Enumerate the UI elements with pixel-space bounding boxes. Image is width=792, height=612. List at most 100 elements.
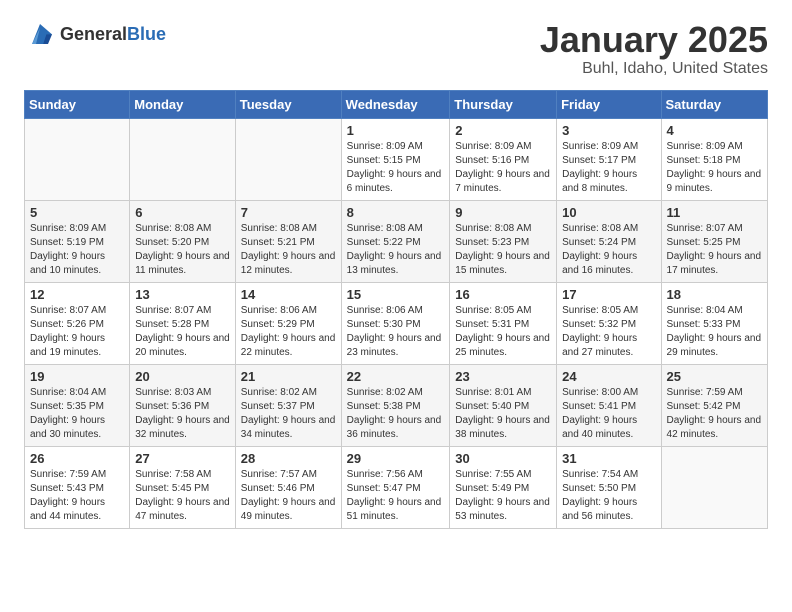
day-info: Sunrise: 7:54 AM Sunset: 5:50 PM Dayligh… bbox=[562, 468, 655, 524]
day-info: Sunrise: 8:06 AM Sunset: 5:29 PM Dayligh… bbox=[241, 304, 336, 360]
calendar-week-row: 12Sunrise: 8:07 AM Sunset: 5:26 PM Dayli… bbox=[25, 282, 768, 364]
location-title: Buhl, Idaho, United States bbox=[540, 60, 768, 78]
calendar-week-row: 1 Sunrise: 8:09 AM Sunset: 5:15 PM Daylig… bbox=[25, 118, 768, 200]
calendar-day-cell: 27 Sunrise: 7:58 AM Sunset: 5:45 PM Dayli… bbox=[130, 446, 236, 528]
calendar-table: SundayMondayTuesdayWednesdayThursdayFrid… bbox=[24, 90, 768, 529]
day-info: Sunrise: 7:59 AM Sunset: 5:43 PM Dayligh… bbox=[30, 468, 124, 524]
calendar-day-cell: 16 Sunrise: 8:05 AM Sunset: 5:31 PM Dayli… bbox=[450, 282, 557, 364]
day-info: Sunrise: 8:02 AM Sunset: 5:38 PM Dayligh… bbox=[347, 386, 445, 442]
day-number: 20 bbox=[135, 369, 230, 384]
calendar-week-row: 5Sunrise: 8:09 AM Sunset: 5:19 PM Daylig… bbox=[25, 200, 768, 282]
day-info: Sunrise: 8:09 AM Sunset: 5:18 PM Dayligh… bbox=[667, 140, 762, 196]
day-number: 2 bbox=[455, 123, 551, 138]
day-info: Sunrise: 7:58 AM Sunset: 5:45 PM Dayligh… bbox=[135, 468, 230, 524]
day-number: 24 bbox=[562, 369, 655, 384]
calendar-day-cell bbox=[661, 446, 767, 528]
day-number: 10 bbox=[562, 205, 655, 220]
calendar-day-cell: 28 Sunrise: 7:57 AM Sunset: 5:46 PM Dayli… bbox=[235, 446, 341, 528]
day-info: Sunrise: 8:05 AM Sunset: 5:32 PM Dayligh… bbox=[562, 304, 655, 360]
calendar-day-cell: 25 Sunrise: 7:59 AM Sunset: 5:42 PM Dayli… bbox=[661, 364, 767, 446]
day-number: 14 bbox=[241, 287, 336, 302]
weekday-header: Sunday bbox=[25, 90, 130, 118]
day-number: 7 bbox=[241, 205, 336, 220]
weekday-header: Saturday bbox=[661, 90, 767, 118]
logo-text: GeneralBlue bbox=[60, 24, 166, 45]
title-area: January 2025 Buhl, Idaho, United States bbox=[540, 20, 768, 78]
day-info: Sunrise: 8:08 AM Sunset: 5:21 PM Dayligh… bbox=[241, 222, 336, 278]
day-number: 19 bbox=[30, 369, 124, 384]
logo: GeneralBlue bbox=[24, 20, 166, 48]
calendar-week-row: 26Sunrise: 7:59 AM Sunset: 5:43 PM Dayli… bbox=[25, 446, 768, 528]
day-number: 1 bbox=[347, 123, 445, 138]
day-info: Sunrise: 8:08 AM Sunset: 5:20 PM Dayligh… bbox=[135, 222, 230, 278]
logo-general: General bbox=[60, 24, 127, 44]
calendar-day-cell: 21Sunrise: 8:02 AM Sunset: 5:37 PM Dayli… bbox=[235, 364, 341, 446]
calendar-day-cell: 14 Sunrise: 8:06 AM Sunset: 5:29 PM Dayli… bbox=[235, 282, 341, 364]
day-info: Sunrise: 8:03 AM Sunset: 5:36 PM Dayligh… bbox=[135, 386, 230, 442]
logo-icon bbox=[24, 20, 56, 48]
day-info: Sunrise: 8:07 AM Sunset: 5:26 PM Dayligh… bbox=[30, 304, 124, 360]
weekday-header: Monday bbox=[130, 90, 236, 118]
day-info: Sunrise: 8:09 AM Sunset: 5:16 PM Dayligh… bbox=[455, 140, 551, 196]
calendar-day-cell: 20 Sunrise: 8:03 AM Sunset: 5:36 PM Dayli… bbox=[130, 364, 236, 446]
month-title: January 2025 bbox=[540, 20, 768, 60]
calendar-day-cell: 11Sunrise: 8:07 AM Sunset: 5:25 PM Dayli… bbox=[661, 200, 767, 282]
day-number: 5 bbox=[30, 205, 124, 220]
day-number: 28 bbox=[241, 451, 336, 466]
weekday-header: Wednesday bbox=[341, 90, 450, 118]
day-number: 6 bbox=[135, 205, 230, 220]
day-info: Sunrise: 8:05 AM Sunset: 5:31 PM Dayligh… bbox=[455, 304, 551, 360]
logo-blue: Blue bbox=[127, 24, 166, 44]
day-number: 8 bbox=[347, 205, 445, 220]
calendar-day-cell bbox=[235, 118, 341, 200]
day-number: 27 bbox=[135, 451, 230, 466]
day-number: 17 bbox=[562, 287, 655, 302]
day-info: Sunrise: 7:57 AM Sunset: 5:46 PM Dayligh… bbox=[241, 468, 336, 524]
calendar-week-row: 19 Sunrise: 8:04 AM Sunset: 5:35 PM Dayli… bbox=[25, 364, 768, 446]
weekday-header: Tuesday bbox=[235, 90, 341, 118]
day-info: Sunrise: 8:08 AM Sunset: 5:22 PM Dayligh… bbox=[347, 222, 445, 278]
calendar-day-cell: 31 Sunrise: 7:54 AM Sunset: 5:50 PM Dayli… bbox=[557, 446, 661, 528]
day-number: 29 bbox=[347, 451, 445, 466]
calendar-day-cell: 8 Sunrise: 8:08 AM Sunset: 5:22 PM Daylig… bbox=[341, 200, 450, 282]
weekday-header: Thursday bbox=[450, 90, 557, 118]
calendar-day-cell: 3Sunrise: 8:09 AM Sunset: 5:17 PM Daylig… bbox=[557, 118, 661, 200]
calendar-day-cell: 7 Sunrise: 8:08 AM Sunset: 5:21 PM Daylig… bbox=[235, 200, 341, 282]
day-info: Sunrise: 8:04 AM Sunset: 5:33 PM Dayligh… bbox=[667, 304, 762, 360]
day-number: 23 bbox=[455, 369, 551, 384]
calendar-day-cell: 17 Sunrise: 8:05 AM Sunset: 5:32 PM Dayli… bbox=[557, 282, 661, 364]
day-number: 4 bbox=[667, 123, 762, 138]
calendar-day-cell: 15 Sunrise: 8:06 AM Sunset: 5:30 PM Dayli… bbox=[341, 282, 450, 364]
day-number: 15 bbox=[347, 287, 445, 302]
header: GeneralBlue January 2025 Buhl, Idaho, Un… bbox=[24, 20, 768, 78]
calendar-day-cell: 5Sunrise: 8:09 AM Sunset: 5:19 PM Daylig… bbox=[25, 200, 130, 282]
day-info: Sunrise: 8:06 AM Sunset: 5:30 PM Dayligh… bbox=[347, 304, 445, 360]
calendar-day-cell: 13Sunrise: 8:07 AM Sunset: 5:28 PM Dayli… bbox=[130, 282, 236, 364]
calendar-day-cell: 2 Sunrise: 8:09 AM Sunset: 5:16 PM Daylig… bbox=[450, 118, 557, 200]
day-info: Sunrise: 8:08 AM Sunset: 5:23 PM Dayligh… bbox=[455, 222, 551, 278]
calendar-day-cell: 18 Sunrise: 8:04 AM Sunset: 5:33 PM Dayli… bbox=[661, 282, 767, 364]
calendar-day-cell: 30Sunrise: 7:55 AM Sunset: 5:49 PM Dayli… bbox=[450, 446, 557, 528]
day-info: Sunrise: 8:02 AM Sunset: 5:37 PM Dayligh… bbox=[241, 386, 336, 442]
day-info: Sunrise: 8:07 AM Sunset: 5:28 PM Dayligh… bbox=[135, 304, 230, 360]
calendar-day-cell: 6 Sunrise: 8:08 AM Sunset: 5:20 PM Daylig… bbox=[130, 200, 236, 282]
calendar-day-cell: 9 Sunrise: 8:08 AM Sunset: 5:23 PM Daylig… bbox=[450, 200, 557, 282]
day-number: 3 bbox=[562, 123, 655, 138]
day-info: Sunrise: 8:01 AM Sunset: 5:40 PM Dayligh… bbox=[455, 386, 551, 442]
day-number: 18 bbox=[667, 287, 762, 302]
day-info: Sunrise: 8:00 AM Sunset: 5:41 PM Dayligh… bbox=[562, 386, 655, 442]
day-number: 9 bbox=[455, 205, 551, 220]
day-number: 16 bbox=[455, 287, 551, 302]
day-info: Sunrise: 8:09 AM Sunset: 5:15 PM Dayligh… bbox=[347, 140, 445, 196]
day-info: Sunrise: 7:56 AM Sunset: 5:47 PM Dayligh… bbox=[347, 468, 445, 524]
weekday-header: Friday bbox=[557, 90, 661, 118]
day-number: 25 bbox=[667, 369, 762, 384]
calendar-day-cell: 22Sunrise: 8:02 AM Sunset: 5:38 PM Dayli… bbox=[341, 364, 450, 446]
calendar-day-cell: 24 Sunrise: 8:00 AM Sunset: 5:41 PM Dayli… bbox=[557, 364, 661, 446]
calendar-day-cell: 23 Sunrise: 8:01 AM Sunset: 5:40 PM Dayli… bbox=[450, 364, 557, 446]
calendar-day-cell: 29 Sunrise: 7:56 AM Sunset: 5:47 PM Dayli… bbox=[341, 446, 450, 528]
day-number: 31 bbox=[562, 451, 655, 466]
day-info: Sunrise: 8:04 AM Sunset: 5:35 PM Dayligh… bbox=[30, 386, 124, 442]
day-info: Sunrise: 7:59 AM Sunset: 5:42 PM Dayligh… bbox=[667, 386, 762, 442]
calendar-day-cell bbox=[130, 118, 236, 200]
